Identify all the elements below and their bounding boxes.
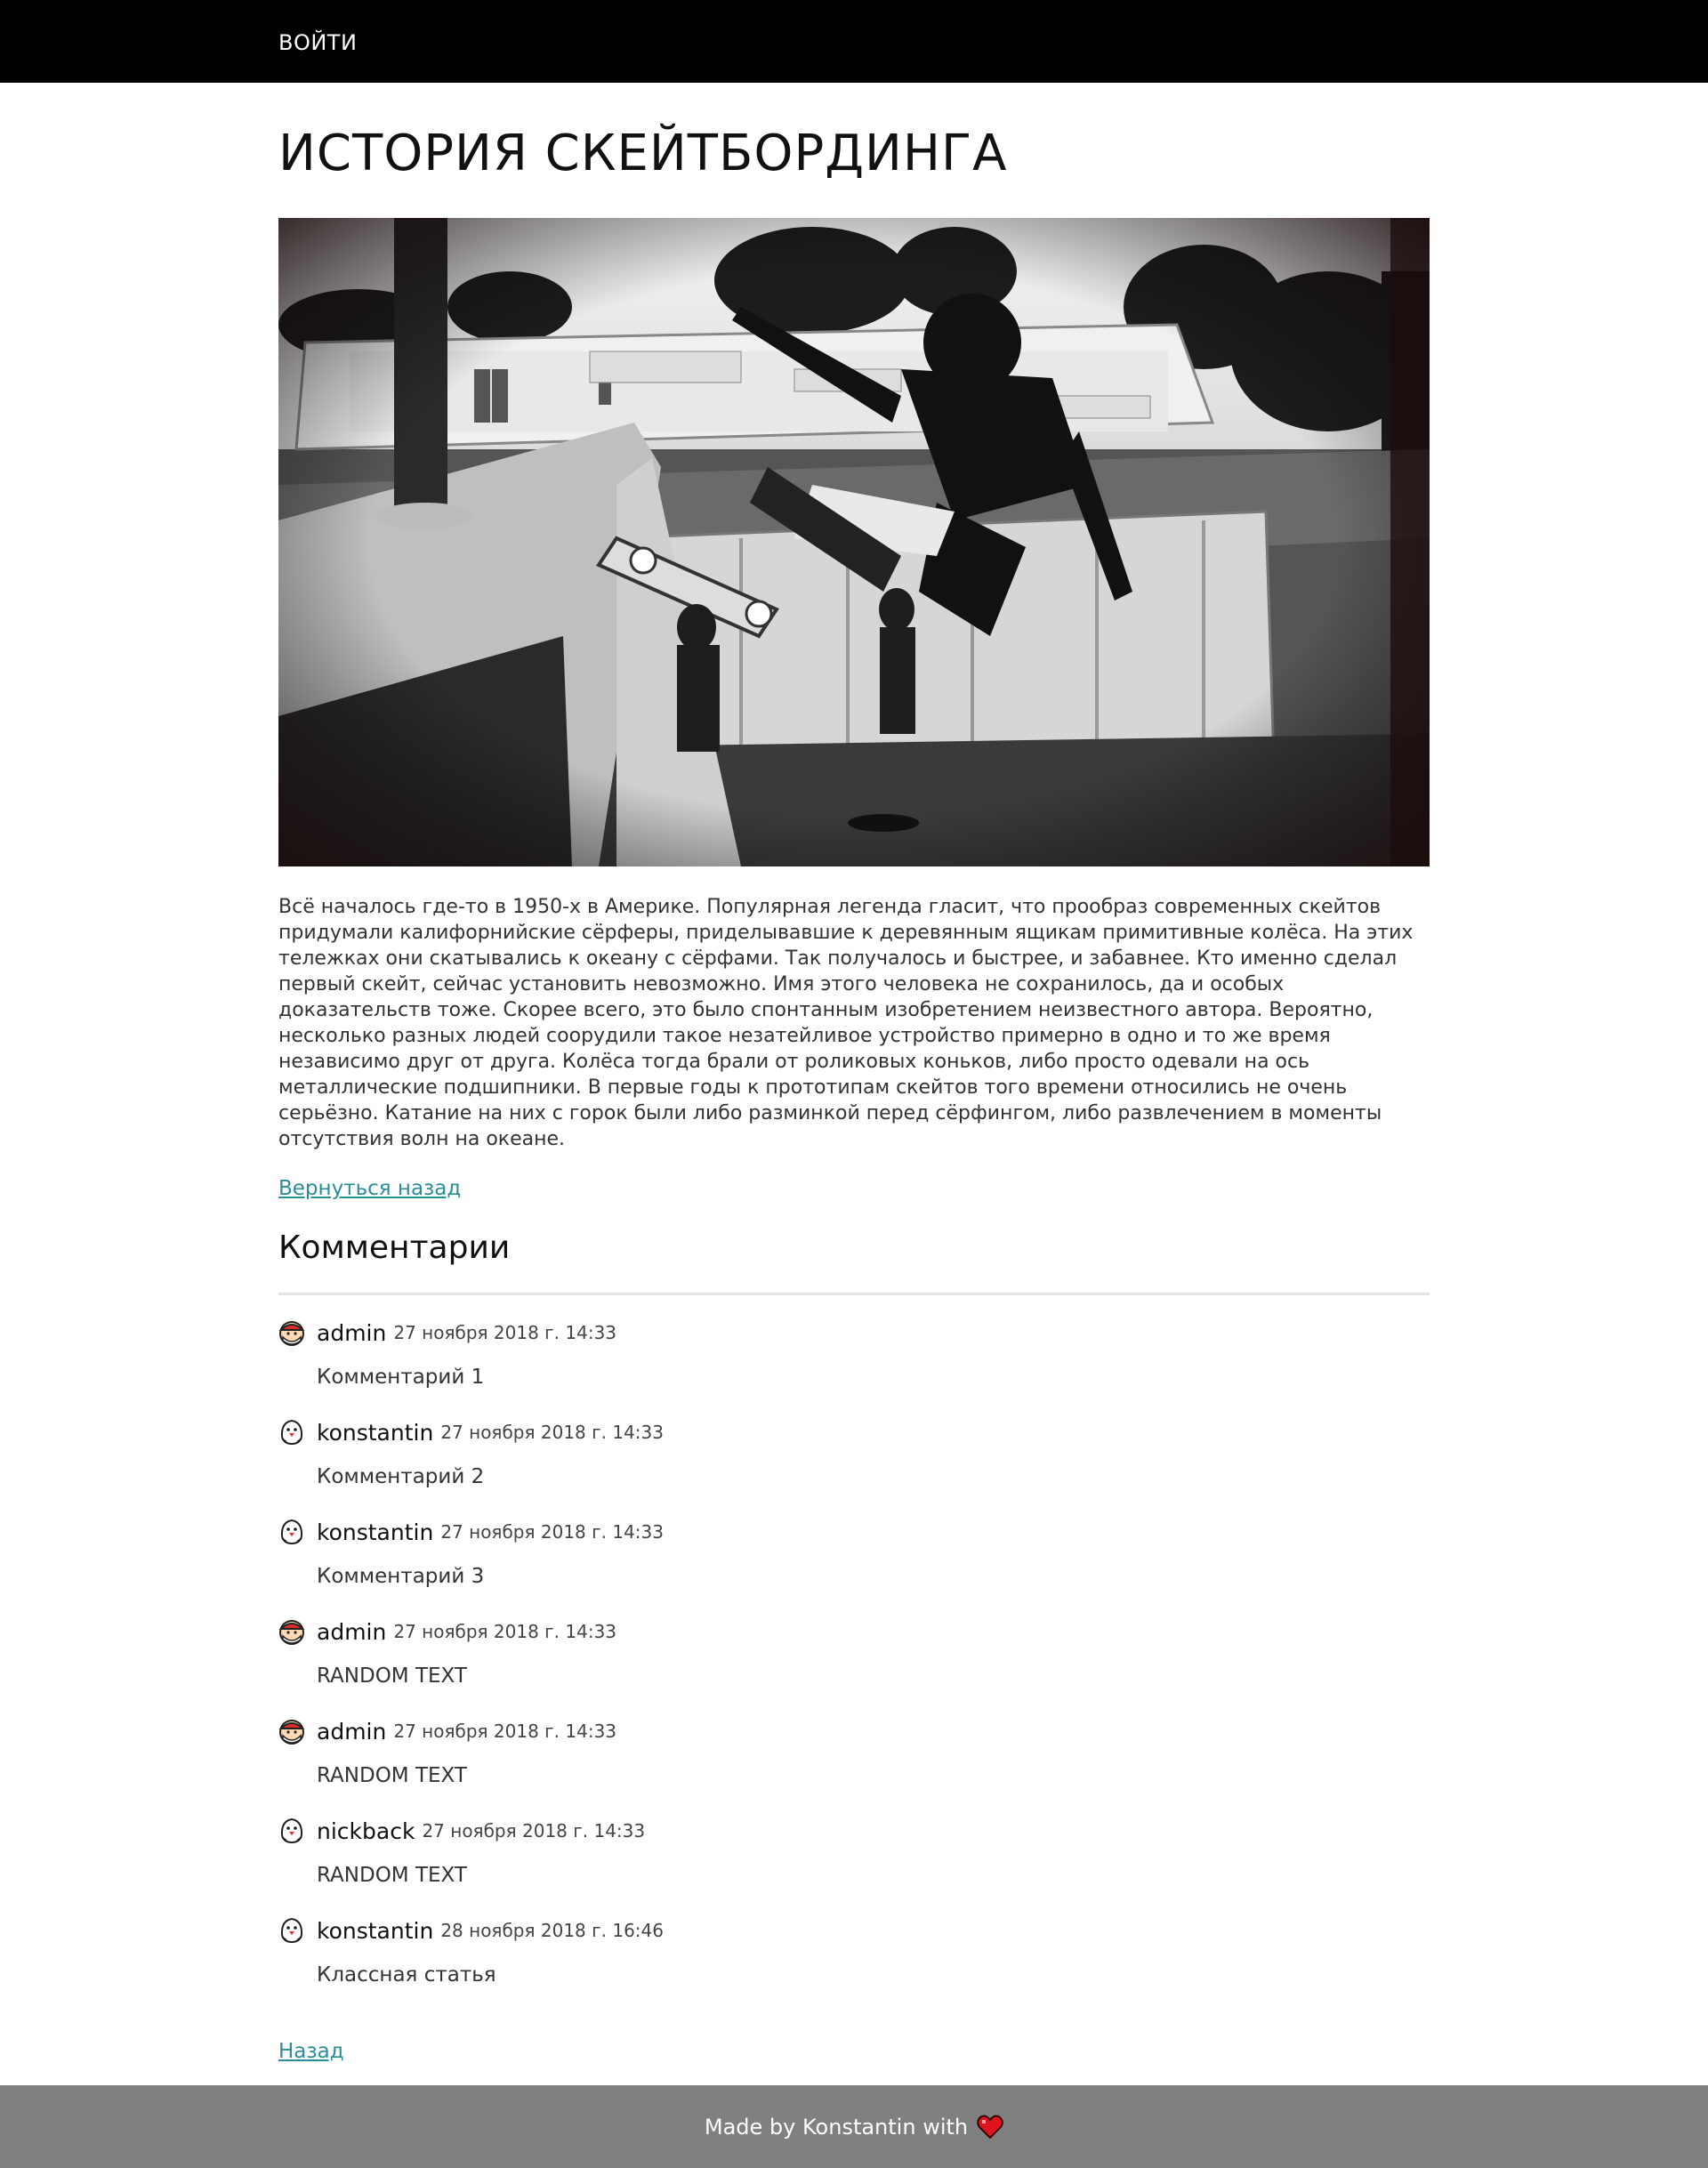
comment-header: admin 27 ноября 2018 г. 14:33 [278,1713,616,1749]
footer: Made by Konstantin with [0,2085,1708,2168]
comment-date: 27 ноября 2018 г. 14:33 [440,1422,664,1443]
comment-item: admin 27 ноября 2018 г. 14:33 RANDOM TEX… [278,1614,1430,1713]
article-image [278,218,1430,866]
comments-heading: Комментарии [278,1229,511,1266]
comment-header: konstantin 27 ноября 2018 г. 14:33 [278,1514,664,1550]
santa-avatar-icon [278,1720,305,1745]
santa-avatar-icon [278,1620,305,1645]
comment-date: 27 ноября 2018 г. 14:33 [393,1721,617,1742]
article-body: Всё началось где-то в 1950-х в Америке. … [278,896,1414,1150]
comment-text: Комментарий 1 [317,1366,485,1389]
comment-item: konstantin 27 ноября 2018 г. 14:33 Комме… [278,1414,1430,1514]
comment-date: 27 ноября 2018 г. 14:33 [393,1621,617,1642]
top-navbar: ВОЙТИ [0,0,1708,83]
comment-text: Классная статья [317,1963,496,1987]
comment-date: 27 ноября 2018 г. 14:33 [393,1322,617,1343]
santa-avatar-icon [278,1321,305,1346]
footer-text: Made by Konstantin with [704,2114,969,2140]
comment-date: 27 ноября 2018 г. 14:33 [422,1820,646,1842]
back-link[interactable]: Вернуться назад [278,1174,461,1203]
comment-author: admin [317,1718,387,1745]
comment-text: Комментарий 2 [317,1465,485,1488]
comment-text: RANDOM TEXT [317,1764,467,1787]
comments-divider [278,1293,1430,1295]
comment-item: admin 27 ноября 2018 г. 14:33 Комментари… [278,1315,1430,1414]
comment-author: admin [317,1618,387,1645]
penguin-avatar-icon [280,1917,303,1944]
comment-item: konstantin 28 ноября 2018 г. 16:46 Класс… [278,1913,1430,2012]
penguin-avatar-icon [280,1419,303,1446]
comment-header: admin 27 ноября 2018 г. 14:33 [278,1315,616,1350]
comment-header: nickback 27 ноября 2018 г. 14:33 [278,1813,645,1849]
comment-text: RANDOM TEXT [317,1864,467,1887]
comment-text: Комментарий 3 [317,1565,485,1588]
comments-list: admin 27 ноября 2018 г. 14:33 Комментари… [278,1315,1430,2012]
comment-date: 28 ноября 2018 г. 16:46 [440,1920,664,1941]
comment-header: konstantin 28 ноября 2018 г. 16:46 [278,1913,664,1948]
comment-header: konstantin 27 ноября 2018 г. 14:33 [278,1414,664,1450]
heart-icon [977,2115,1003,2139]
comment-header: admin 27 ноября 2018 г. 14:33 [278,1614,616,1649]
comment-item: admin 27 ноября 2018 г. 14:33 RANDOM TEX… [278,1713,1430,1813]
penguin-avatar-icon [280,1519,303,1545]
penguin-avatar-icon [280,1817,303,1844]
comment-item: konstantin 27 ноября 2018 г. 14:33 Комме… [278,1514,1430,1614]
comment-author: konstantin [317,1419,434,1446]
comment-author: konstantin [317,1519,434,1545]
comment-author: admin [317,1319,387,1346]
comment-author: nickback [317,1817,415,1844]
bottom-back-link[interactable]: Назад [278,2037,344,2066]
login-link[interactable]: ВОЙТИ [278,27,357,59]
comment-date: 27 ноября 2018 г. 14:33 [440,1521,664,1543]
comment-item: nickback 27 ноября 2018 г. 14:33 RANDOM … [278,1813,1430,1913]
comment-text: RANDOM TEXT [317,1664,467,1688]
page-title: ИСТОРИЯ СКЕЙТБОРДИНГА [278,125,1008,182]
comment-author: konstantin [317,1917,434,1944]
